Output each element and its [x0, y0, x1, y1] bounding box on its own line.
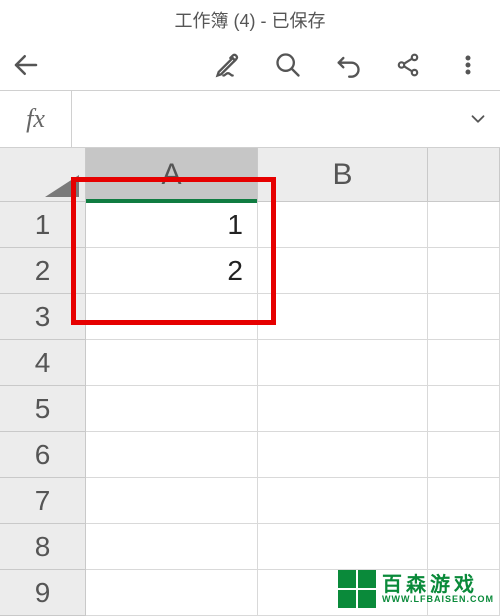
chevron-down-icon[interactable] [456, 91, 500, 147]
row-5: 5 [0, 386, 500, 432]
cell-A1[interactable]: 1 [86, 202, 258, 248]
watermark-text: 百森游戏 WWW.LFBAISEN.COM [382, 575, 494, 604]
cell-rest-1[interactable] [428, 202, 500, 248]
undo-icon[interactable] [332, 49, 364, 81]
row-7: 7 [0, 478, 500, 524]
search-icon[interactable] [272, 49, 304, 81]
row-2: 2 2 [0, 248, 500, 294]
cell-A4[interactable] [86, 340, 258, 386]
cell-rest-6[interactable] [428, 432, 500, 478]
row-3: 3 [0, 294, 500, 340]
back-button[interactable] [10, 49, 42, 81]
document-title: 工作簿 (4) - 已保存 [175, 7, 326, 33]
cell-A3[interactable] [86, 294, 258, 340]
spreadsheet-grid: A B 1 1 2 2 3 4 5 6 7 [0, 148, 500, 616]
cell-rest-3[interactable] [428, 294, 500, 340]
pen-icon[interactable] [212, 49, 244, 81]
column-header-B[interactable]: B [258, 148, 428, 202]
row-header[interactable]: 3 [0, 294, 86, 340]
cell-A5[interactable] [86, 386, 258, 432]
row-header[interactable]: 5 [0, 386, 86, 432]
select-all-corner[interactable] [0, 148, 86, 202]
cell-A7[interactable] [86, 478, 258, 524]
row-header[interactable]: 2 [0, 248, 86, 294]
cell-B1[interactable] [258, 202, 428, 248]
row-1: 1 1 [0, 202, 500, 248]
more-icon[interactable] [452, 49, 484, 81]
cell-A8[interactable] [86, 524, 258, 570]
toolbar [0, 40, 500, 90]
cell-B3[interactable] [258, 294, 428, 340]
row-header[interactable]: 4 [0, 340, 86, 386]
cell-B7[interactable] [258, 478, 428, 524]
row-header[interactable]: 7 [0, 478, 86, 524]
fx-label[interactable]: fx [0, 91, 72, 147]
cell-B5[interactable] [258, 386, 428, 432]
titlebar: 工作簿 (4) - 已保存 [0, 0, 500, 40]
cell-B4[interactable] [258, 340, 428, 386]
cell-rest-7[interactable] [428, 478, 500, 524]
watermark-logo-icon [338, 570, 376, 608]
cell-A2[interactable]: 2 [86, 248, 258, 294]
watermark-en: WWW.LFBAISEN.COM [382, 595, 494, 604]
row-header[interactable]: 6 [0, 432, 86, 478]
cell-B6[interactable] [258, 432, 428, 478]
column-header-A[interactable]: A [86, 148, 258, 202]
watermark-cn: 百森游戏 [382, 575, 494, 595]
row-header[interactable]: 9 [0, 570, 86, 616]
cell-rest-8[interactable] [428, 524, 500, 570]
triangle-icon [45, 175, 79, 197]
row-8: 8 [0, 524, 500, 570]
column-header-row: A B [0, 148, 500, 202]
row-header[interactable]: 1 [0, 202, 86, 248]
column-header-rest[interactable] [428, 148, 500, 202]
cell-A9[interactable] [86, 570, 258, 616]
cell-rest-2[interactable] [428, 248, 500, 294]
watermark: 百森游戏 WWW.LFBAISEN.COM [338, 570, 494, 608]
row-4: 4 [0, 340, 500, 386]
cell-A6[interactable] [86, 432, 258, 478]
cell-B2[interactable] [258, 248, 428, 294]
formula-input[interactable] [72, 91, 456, 147]
cell-B8[interactable] [258, 524, 428, 570]
share-icon[interactable] [392, 49, 424, 81]
cell-rest-5[interactable] [428, 386, 500, 432]
row-header[interactable]: 8 [0, 524, 86, 570]
cell-rest-4[interactable] [428, 340, 500, 386]
row-6: 6 [0, 432, 500, 478]
formula-bar: fx [0, 90, 500, 148]
